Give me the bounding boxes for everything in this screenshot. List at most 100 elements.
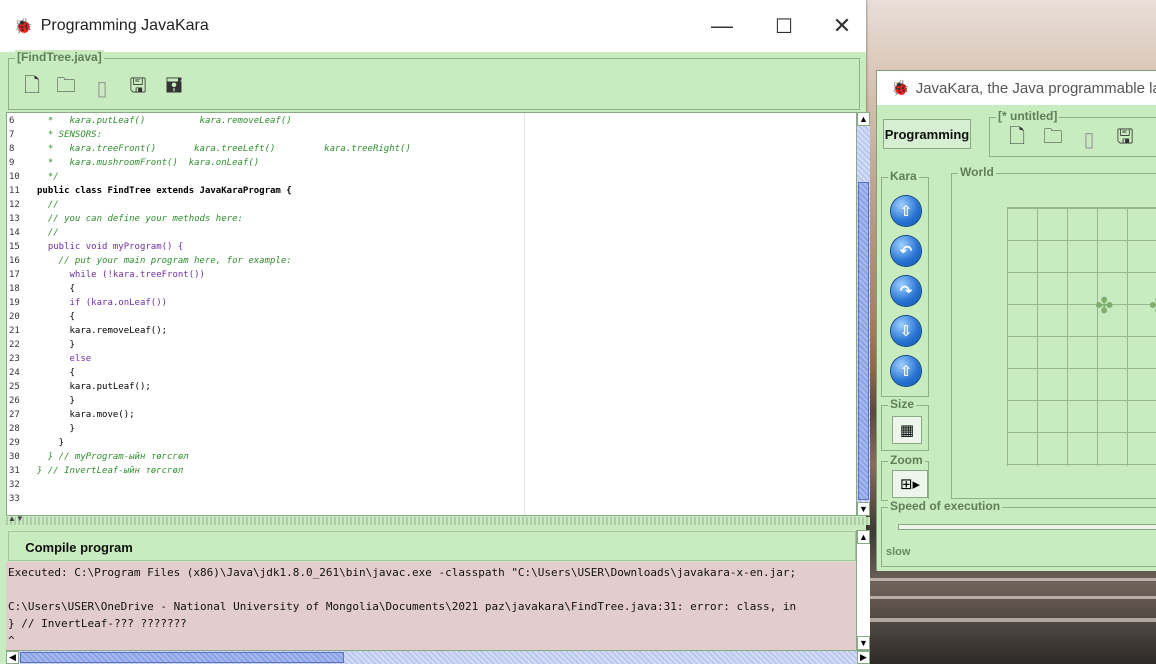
remove-leaf-icon[interactable]: ⇧ [891, 356, 921, 386]
line-number: 15 [9, 242, 20, 252]
line-number: 21 [9, 326, 20, 336]
world-group-label: World [958, 165, 996, 179]
size-group-label: Size [888, 397, 917, 411]
minimize-button[interactable]: — [694, 0, 750, 52]
code-text: while (!kara.treeFront()) [37, 270, 205, 280]
scrollbar-thumb[interactable] [20, 652, 344, 663]
world-file-group: [* untitled] 🗋 🗀 ▯ 🖫 [989, 109, 1156, 157]
clover-leaf-icon: ✤ [1149, 293, 1156, 319]
code-text: // [37, 200, 59, 210]
line-number: 33 [9, 494, 20, 504]
open-folder-icon[interactable]: 🗀 [53, 75, 79, 101]
divider-arrows-icon[interactable]: ▲▼ [8, 514, 24, 523]
scroll-down-arrow-icon[interactable]: ▼ [857, 502, 870, 516]
kara-group: Kara ⇧ ↶ ↷ ⇩ ⇧ [881, 169, 929, 397]
editor-margin-line [524, 113, 525, 515]
code-text: else [37, 354, 92, 364]
save-icon[interactable]: 🖫 [1112, 126, 1138, 152]
new-file-icon[interactable]: 🗋 [1004, 126, 1030, 152]
console-line: ^ [8, 634, 15, 647]
code-text: } // InvertLeaf-ыйн төгсгөл [37, 466, 184, 476]
code-text: */ [37, 172, 59, 182]
programming-button[interactable]: Programming [883, 119, 971, 149]
line-number: 8 [9, 144, 15, 154]
scroll-down-arrow-icon[interactable]: ▼ [857, 636, 870, 650]
console-line: Executed: C:\Program Files (x86)\Java\jd… [8, 566, 797, 579]
line-number: 12 [9, 200, 20, 210]
line-number: 28 [9, 424, 20, 434]
line-number: 31 [9, 466, 20, 476]
line-number: 32 [9, 480, 20, 490]
scroll-left-arrow-icon[interactable]: ◀ [6, 651, 19, 664]
open-folder-icon[interactable]: 🗀 [1040, 126, 1066, 152]
code-editor[interactable]: 6 * kara.putLeaf() kara.removeLeaf() 7 * … [6, 112, 858, 516]
zoom-group: Zoom ⊞▸ [881, 453, 929, 501]
kara-group-label: Kara [888, 169, 919, 183]
move-forward-icon[interactable]: ⇧ [891, 196, 921, 226]
save-disabled-icon[interactable]: ▯ [89, 75, 115, 101]
console-line: } // InvertLeaf-??? ??????? [8, 617, 187, 630]
programming-window[interactable]: 🐞 Programming JavaKara — ☐ ✕ [FindTree.j… [0, 0, 870, 664]
scroll-up-arrow-icon[interactable]: ▲ [857, 112, 870, 126]
cloud-streak [866, 578, 1156, 581]
code-text: { [37, 284, 75, 294]
line-number: 27 [9, 410, 20, 420]
compile-program-button[interactable]: Compile program [19, 536, 139, 558]
new-file-icon[interactable]: 🗋 [19, 75, 45, 101]
ladybug-icon: 🐞 [14, 18, 33, 35]
editor-titlebar[interactable]: 🐞 Programming JavaKara — ☐ ✕ [0, 0, 866, 52]
code-text: * kara.mushroomFront() kara.onLeaf() [37, 158, 260, 168]
code-text: kara.putLeaf(); [37, 382, 151, 392]
compiler-output[interactable]: Executed: C:\Program Files (x86)\Java\jd… [6, 562, 856, 650]
close-button[interactable]: ✕ [814, 0, 870, 52]
line-number: 9 [9, 158, 15, 168]
scroll-up-arrow-icon[interactable]: ▲ [857, 530, 870, 544]
ladybug-icon: 🐞 [891, 80, 910, 97]
console-vertical-scrollbar[interactable]: ▲ ▼ [856, 530, 870, 650]
zoom-group-label: Zoom [888, 453, 925, 467]
scroll-right-arrow-icon[interactable]: ▶ [857, 651, 870, 664]
code-text: * SENSORS: [37, 130, 103, 140]
code-text: public void myProgram() { [37, 242, 184, 252]
line-number: 24 [9, 368, 20, 378]
save-gray-icon[interactable]: ▯ [1076, 126, 1102, 152]
zoom-icon[interactable]: ⊞▸ [892, 470, 928, 498]
code-text: kara.move(); [37, 410, 135, 420]
maximize-button[interactable]: ☐ [756, 0, 812, 52]
line-number: 20 [9, 312, 20, 322]
scrollbar-thumb[interactable] [858, 182, 869, 500]
line-number: 19 [9, 298, 20, 308]
turn-right-icon[interactable]: ↷ [891, 276, 921, 306]
compile-bar: Compile program [8, 531, 856, 561]
speed-slider[interactable] [898, 524, 1156, 530]
line-number: 10 [9, 172, 20, 182]
file-tab-label: [FindTree.java] [15, 50, 104, 64]
resize-world-icon[interactable]: ▦ [892, 416, 922, 444]
cloud-streak [866, 596, 1156, 599]
world-file-tab: [* untitled] [996, 109, 1060, 123]
code-text: } [37, 340, 75, 350]
put-leaf-icon[interactable]: ⇩ [891, 316, 921, 346]
world-window-titlebar[interactable]: 🐞 JavaKara, the Java programmable la [877, 71, 1156, 105]
turn-left-icon[interactable]: ↶ [891, 236, 921, 266]
speed-group: Speed of execution slow [881, 499, 1156, 567]
line-number: 29 [9, 438, 20, 448]
code-text: } [37, 396, 75, 406]
code-text: } [37, 438, 65, 448]
line-number: 6 [9, 116, 15, 126]
editor-vertical-scrollbar[interactable]: ▲ ▼ [856, 112, 870, 516]
line-number: 26 [9, 396, 20, 406]
console-horizontal-scrollbar[interactable]: ◀ ▶ [6, 650, 870, 664]
line-number: 16 [9, 256, 20, 266]
javakara-world-window[interactable]: 🐞 JavaKara, the Java programmable la [* … [876, 70, 1156, 571]
speed-group-label: Speed of execution [888, 499, 1003, 513]
line-number: 17 [9, 270, 20, 280]
line-number: 23 [9, 354, 20, 364]
split-pane-divider[interactable]: ▲▼ [6, 514, 870, 525]
code-text: public class FindTree extends JavaKaraPr… [37, 186, 292, 196]
save-icon[interactable]: 🖫 [125, 75, 151, 101]
line-number: 18 [9, 284, 20, 294]
code-text: { [37, 368, 75, 378]
save-as-icon[interactable]: 🖬 [161, 75, 187, 101]
world-grid[interactable] [1007, 207, 1156, 466]
